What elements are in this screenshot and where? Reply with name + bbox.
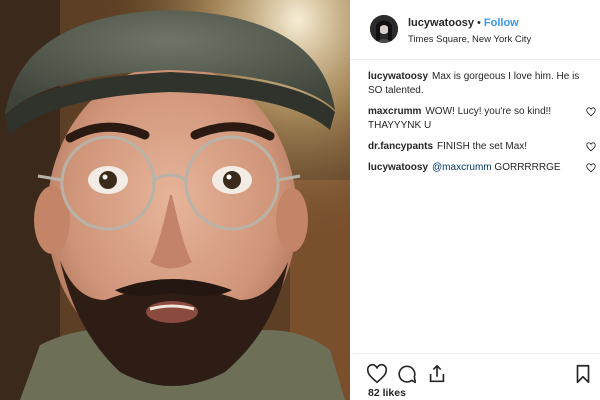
follow-button[interactable]: Follow — [484, 17, 519, 29]
header-line: lucywatoosy • Follow — [408, 17, 519, 29]
post-location[interactable]: Times Square, New York City — [408, 34, 531, 45]
comment-text: GORRRRRGE — [494, 162, 561, 173]
comment-item: lucywatoosy Max is gorgeous I love him. H… — [368, 70, 596, 98]
separator-dot: • — [477, 17, 481, 29]
comment-button[interactable] — [396, 363, 418, 385]
comment-mention[interactable]: @maxcrumm — [432, 162, 492, 173]
comment-item: maxcrumm WOW! Lucy! you're so kind!! THAY… — [368, 105, 596, 133]
heart-icon — [366, 363, 388, 384]
selfie-illustration — [0, 0, 350, 400]
heart-icon[interactable] — [586, 142, 596, 152]
avatar-image — [370, 15, 398, 43]
heart-icon[interactable] — [586, 163, 596, 173]
bookmark-icon — [576, 364, 590, 384]
comment-item: lucywatoosy @maxcrumm GORRRRRGE — [368, 161, 596, 175]
comment-icon — [398, 365, 417, 384]
post-username[interactable]: lucywatoosy — [408, 17, 474, 29]
post-side-panel: lucywatoosy • Follow Times Square, New Yor… — [350, 0, 600, 400]
like-button[interactable] — [366, 363, 388, 385]
likes-count[interactable]: 82 likes — [368, 387, 406, 399]
comment-text: FINISH the set Max! — [437, 141, 528, 152]
post-photo[interactable] — [0, 0, 350, 400]
comment-username[interactable]: lucywatoosy — [368, 162, 428, 173]
avatar[interactable] — [370, 15, 398, 43]
comment-username[interactable]: dr.fancypants — [368, 141, 433, 152]
share-icon — [429, 364, 445, 383]
share-button[interactable] — [426, 363, 448, 385]
save-button[interactable] — [572, 363, 594, 385]
heart-icon[interactable] — [586, 107, 596, 117]
comment-username[interactable]: lucywatoosy — [368, 71, 428, 82]
comment-username[interactable]: maxcrumm — [368, 106, 421, 117]
comments-list: lucywatoosy Max is gorgeous I love him. H… — [368, 70, 596, 182]
post-header: lucywatoosy • Follow Times Square, New Yor… — [350, 0, 600, 60]
comment-item: dr.fancypants FINISH the set Max! — [368, 140, 596, 154]
